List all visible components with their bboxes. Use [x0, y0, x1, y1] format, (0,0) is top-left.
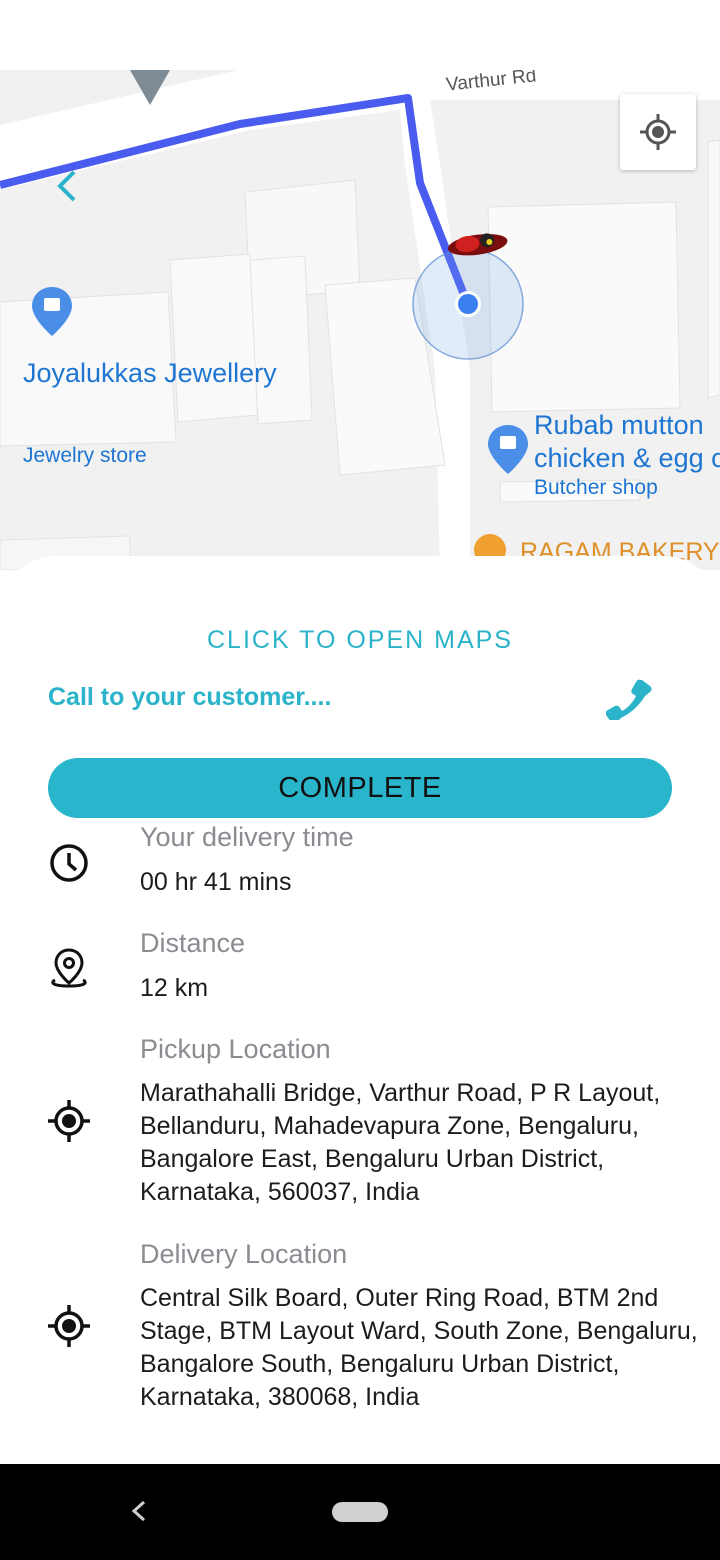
status-bar	[0, 0, 720, 70]
place-name-joyalukkas[interactable]: Joyalukkas Jewellery	[23, 358, 277, 389]
gps-target-icon	[46, 1303, 92, 1354]
system-home-pill[interactable]	[332, 1502, 388, 1522]
my-location-icon	[640, 114, 676, 150]
back-button[interactable]	[52, 166, 82, 211]
phone-icon	[605, 679, 652, 724]
call-customer-button[interactable]	[605, 676, 654, 725]
place-name-rubab-line2[interactable]: chicken & egg c	[534, 443, 720, 474]
distance-value: 12 km	[140, 974, 209, 1002]
place-category-rubab: Butcher shop	[534, 476, 658, 499]
open-maps-link[interactable]: CLICK TO OPEN MAPS	[0, 626, 720, 655]
chevron-left-icon	[131, 1500, 146, 1522]
map-view[interactable]: Varthur Rd Joyalukkas Jewellery Jewelry …	[0, 70, 720, 570]
delivery-location-value: Central Silk Board, Outer Ring Road, BTM…	[140, 1284, 698, 1411]
gps-target-icon	[46, 1098, 92, 1149]
map-pin-icon	[46, 944, 92, 995]
delivery-time-value: 00 hr 41 mins	[140, 868, 292, 896]
system-back-button[interactable]	[128, 1498, 150, 1529]
distance-label: Distance	[140, 928, 246, 958]
my-location-button[interactable]	[620, 94, 696, 170]
pickup-location-value: Marathahalli Bridge, Varthur Road, P R L…	[140, 1079, 661, 1206]
system-navigation-bar	[0, 1464, 720, 1560]
call-customer-label[interactable]: Call to your customer....	[48, 683, 331, 712]
pickup-location-label: Pickup Location	[140, 1034, 331, 1064]
chevron-left-icon	[57, 170, 76, 202]
delivery-time-label: Your delivery time	[140, 822, 354, 852]
delivery-location-label: Delivery Location	[140, 1239, 348, 1269]
place-category-joyalukkas: Jewelry store	[23, 444, 147, 467]
place-name-rubab-line1[interactable]: Rubab mutton	[534, 410, 704, 441]
clock-icon	[46, 840, 92, 891]
complete-button[interactable]: COMPLETE	[48, 758, 672, 818]
